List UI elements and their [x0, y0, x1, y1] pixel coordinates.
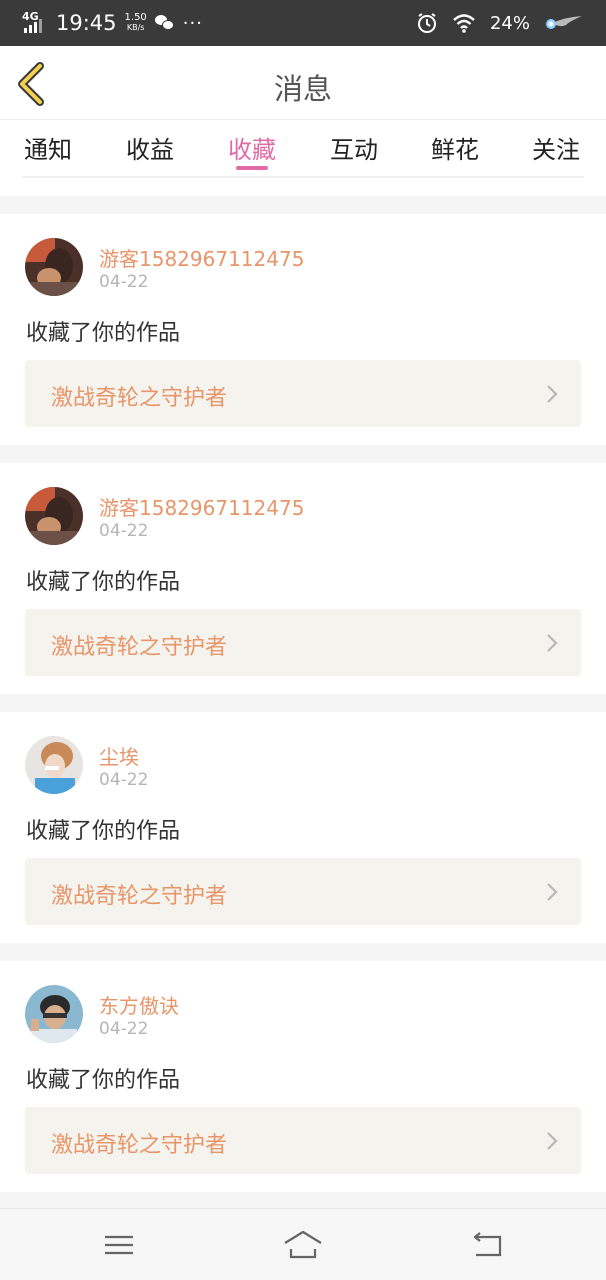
message-card: 东方傲诀 04-22 收藏了你的作品 激战奇轮之守护者	[0, 961, 606, 1192]
message-card: 尘埃 04-22 收藏了你的作品 激战奇轮之守护者	[0, 712, 606, 943]
alarm-icon	[417, 13, 436, 33]
message-date: 04-22	[99, 770, 149, 790]
battery-percent: 24%	[489, 12, 530, 34]
work-link[interactable]: 激战奇轮之守护者	[25, 609, 581, 676]
chevron-right-icon	[547, 385, 558, 403]
username[interactable]: 东方傲诀	[99, 990, 179, 1019]
divider	[22, 176, 584, 178]
wechat-icon	[154, 15, 175, 31]
network-speed: 1.50 KB/s	[125, 13, 147, 33]
tab-earnings[interactable]: 收益	[126, 130, 174, 165]
clock: 19:45	[56, 11, 117, 35]
speed-unit: KB/s	[126, 23, 145, 32]
action-text: 收藏了你的作品	[26, 819, 181, 844]
tab-notifications[interactable]: 通知	[24, 130, 72, 165]
more-notifications-icon: ···	[182, 12, 203, 34]
page-title: 消息	[273, 72, 332, 106]
tab-interactions[interactable]: 互动	[330, 130, 378, 165]
speed-value: 1.50	[124, 12, 147, 23]
action-text: 收藏了你的作品	[26, 1068, 181, 1093]
work-link[interactable]: 激战奇轮之守护者	[25, 360, 581, 427]
work-title: 激战奇轮之守护者	[51, 1133, 228, 1158]
chevron-right-icon	[547, 883, 558, 901]
avatar[interactable]	[25, 487, 83, 545]
status-bar: 4G 19:45 1.50 KB/s ··· 24%	[0, 0, 606, 46]
tab-bar: 通知 收益 收藏 互动 鲜花 关注	[0, 120, 606, 176]
work-title: 激战奇轮之守护者	[51, 635, 228, 660]
message-date: 04-22	[99, 1019, 149, 1039]
wifi-icon	[453, 14, 475, 33]
chevron-right-icon	[547, 1132, 558, 1150]
active-tab-indicator	[236, 166, 268, 170]
avatar[interactable]	[25, 238, 83, 296]
work-link[interactable]: 激战奇轮之守护者	[25, 858, 581, 925]
username[interactable]: 游客1582967112475	[99, 492, 304, 521]
work-title: 激战奇轮之守护者	[51, 386, 228, 411]
action-text: 收藏了你的作品	[26, 321, 181, 346]
battery-comet-icon	[546, 16, 582, 29]
system-nav-bar	[0, 1208, 606, 1280]
message-date: 04-22	[99, 272, 149, 292]
signal-icon: 4G	[22, 10, 48, 35]
avatar[interactable]	[25, 985, 83, 1043]
work-link[interactable]: 激战奇轮之守护者	[25, 1107, 581, 1174]
home-icon[interactable]	[281, 1227, 325, 1263]
tab-flowers[interactable]: 鲜花	[431, 130, 479, 165]
message-card: 游客1582967112475 04-22 收藏了你的作品 激战奇轮之守护者	[0, 463, 606, 694]
action-text: 收藏了你的作品	[26, 570, 181, 595]
chevron-right-icon	[547, 634, 558, 652]
back-icon[interactable]	[466, 1227, 510, 1263]
header: 消息	[0, 46, 606, 120]
tab-follow[interactable]: 关注	[532, 130, 580, 165]
menu-icon[interactable]	[97, 1227, 141, 1263]
username[interactable]: 游客1582967112475	[99, 243, 304, 272]
tab-favorites[interactable]: 收藏	[228, 130, 276, 165]
work-title: 激战奇轮之守护者	[51, 884, 228, 909]
message-card: 游客1582967112475 04-22 收藏了你的作品 激战奇轮之守护者	[0, 214, 606, 445]
avatar[interactable]	[25, 736, 83, 794]
message-date: 04-22	[99, 521, 149, 541]
username[interactable]: 尘埃	[99, 741, 139, 770]
